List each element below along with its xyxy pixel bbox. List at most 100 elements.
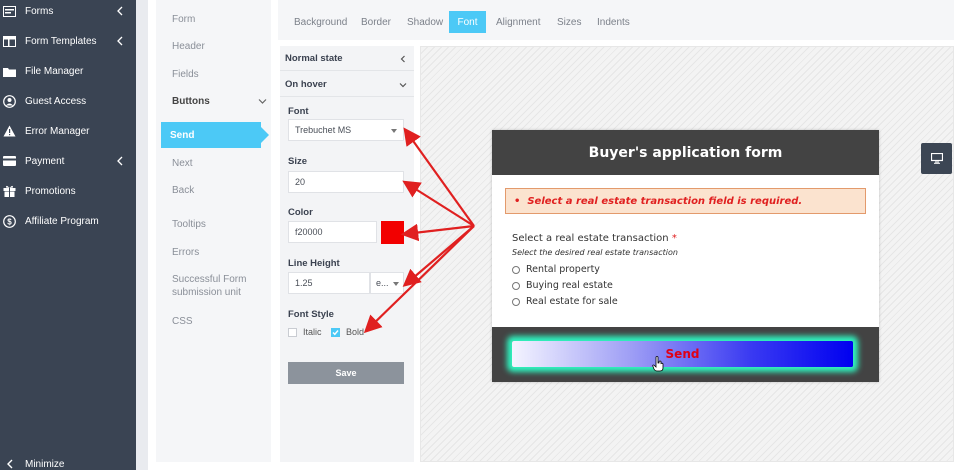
normal-state-label: Normal state — [285, 53, 343, 64]
subnav-success-line2: submission unit — [172, 287, 241, 298]
error-bullet: • — [514, 195, 528, 207]
checkmark-icon — [332, 330, 339, 336]
subnav-errors[interactable]: Errors — [172, 246, 199, 259]
subnav-form[interactable]: Form — [172, 13, 195, 26]
radio-button[interactable] — [512, 297, 520, 306]
question-label: Select a real estate transaction * — [512, 233, 677, 244]
font-family-select[interactable]: Trebuchet MS — [288, 119, 404, 141]
subnav-header[interactable]: Header — [172, 40, 205, 53]
font-settings-panel: Normal state On hover Font Trebuchet MS … — [280, 46, 414, 462]
chevron-left-icon — [117, 6, 123, 16]
line-height-unit-value: e... — [376, 278, 389, 288]
sidebar-item-error-manager[interactable]: Error Manager — [0, 120, 136, 142]
color-hex-input[interactable]: f20000 — [288, 221, 377, 243]
option-real-estate-for-sale[interactable]: Real estate for sale — [512, 296, 618, 307]
subnav-tooltips[interactable]: Tooltips — [172, 218, 206, 231]
minimize-button[interactable]: Minimize — [0, 458, 136, 470]
minimize-label: Minimize — [25, 459, 65, 470]
sidebar-item-file-manager[interactable]: File Manager — [0, 60, 136, 82]
sidebar-item-label: Form Templates — [25, 35, 97, 47]
form-footer: Send — [492, 327, 879, 382]
sidebar-item-promotions[interactable]: Promotions — [0, 180, 136, 202]
bold-label: Bold — [346, 327, 365, 337]
font-family-value: Trebuchet MS — [295, 125, 352, 135]
subnav-fields[interactable]: Fields — [172, 68, 199, 81]
folder-icon — [3, 65, 16, 78]
color-label: Color — [288, 207, 313, 218]
tab-shadow[interactable]: Shadow — [401, 11, 449, 33]
question-text: Select a real estate transaction — [512, 233, 669, 244]
line-height-input[interactable]: 1.25 — [288, 272, 370, 294]
subnav-send[interactable]: Send — [161, 122, 269, 148]
radio-button[interactable] — [512, 281, 520, 290]
sidebar-item-forms[interactable]: Forms — [0, 0, 136, 22]
sidebar-item-label: Guest Access — [25, 95, 87, 107]
hand-cursor-icon — [652, 356, 664, 372]
font-size-value: 20 — [295, 177, 306, 187]
line-height-unit-select[interactable]: e... — [370, 272, 404, 294]
dropdown-caret-icon — [393, 282, 399, 286]
svg-text:$: $ — [7, 217, 12, 226]
chevron-down-icon — [399, 83, 407, 88]
normal-state-accordion[interactable]: Normal state — [280, 47, 414, 71]
tab-background[interactable]: Background — [288, 11, 353, 33]
subnav-back[interactable]: Back — [172, 184, 194, 197]
option-label: Real estate for sale — [526, 296, 618, 307]
tab-sizes[interactable]: Sizes — [551, 11, 587, 33]
dollar-circle-icon: $ — [3, 214, 16, 228]
tab-border[interactable]: Border — [355, 11, 397, 33]
sidebar-item-guest-access[interactable]: Guest Access — [0, 90, 136, 112]
dropdown-caret-icon — [391, 129, 397, 133]
tab-alignment[interactable]: Alignment — [490, 11, 546, 33]
subnav-buttons[interactable]: Buttons — [172, 95, 210, 108]
option-label: Rental property — [526, 264, 600, 275]
user-circle-icon — [3, 94, 16, 108]
required-mark: * — [671, 233, 677, 244]
chevron-left-icon — [7, 459, 13, 469]
tab-font[interactable]: Font — [449, 11, 486, 33]
sidebar-item-form-templates[interactable]: Form Templates — [0, 30, 136, 52]
settings-subnav: Form Header Fields Buttons Send Next Bac… — [156, 0, 271, 462]
on-hover-accordion[interactable]: On hover — [280, 73, 414, 97]
gift-icon — [3, 185, 16, 198]
bold-checkbox[interactable] — [331, 328, 340, 337]
size-label: Size — [288, 156, 308, 167]
option-buying-real-estate[interactable]: Buying real estate — [512, 280, 613, 291]
templates-icon — [3, 35, 16, 48]
chevron-left-icon — [117, 36, 123, 46]
option-rental-property[interactable]: Rental property — [512, 264, 600, 275]
color-hex-value: f20000 — [295, 227, 323, 237]
sidebar-item-label: File Manager — [25, 65, 84, 77]
sidebar: Forms Form Templates File Manager Guest … — [0, 0, 136, 470]
subnav-next[interactable]: Next — [172, 157, 193, 170]
sidebar-item-label: Affiliate Program — [25, 215, 99, 227]
font-label: Font — [288, 106, 309, 117]
italic-label: Italic — [303, 327, 322, 337]
sidebar-item-label: Forms — [25, 5, 54, 17]
color-swatch[interactable] — [381, 221, 404, 244]
radio-button[interactable] — [512, 265, 520, 274]
on-hover-label: On hover — [285, 79, 327, 90]
sidebar-item-label: Error Manager — [25, 125, 90, 137]
device-preview-button[interactable] — [921, 143, 952, 174]
form-preview: Buyer's application form • Select a real… — [492, 130, 879, 382]
chevron-down-icon — [258, 99, 267, 104]
italic-checkbox[interactable] — [288, 328, 297, 337]
sidebar-item-affiliate-program[interactable]: $ Affiliate Program — [0, 210, 136, 232]
font-size-input[interactable]: 20 — [288, 171, 404, 193]
monitor-icon — [930, 153, 943, 164]
chevron-left-icon — [400, 55, 405, 63]
line-height-label: Line Height — [288, 258, 340, 269]
subnav-success-unit[interactable]: Successful Form submission unit — [172, 273, 246, 299]
warning-icon — [3, 125, 16, 138]
save-button[interactable]: Save — [288, 362, 404, 384]
subnav-success-line1: Successful Form — [172, 274, 247, 285]
style-tabs: Background Border Shadow Font Alignment … — [278, 0, 954, 40]
sidebar-item-payment[interactable]: Payment — [0, 150, 136, 172]
subnav-css[interactable]: CSS — [172, 315, 193, 328]
send-button[interactable]: Send — [512, 341, 853, 367]
sidebar-item-label: Payment — [25, 155, 65, 167]
chevron-left-icon — [117, 156, 123, 166]
tab-indents[interactable]: Indents — [591, 11, 636, 33]
form-title: Buyer's application form — [492, 130, 879, 175]
